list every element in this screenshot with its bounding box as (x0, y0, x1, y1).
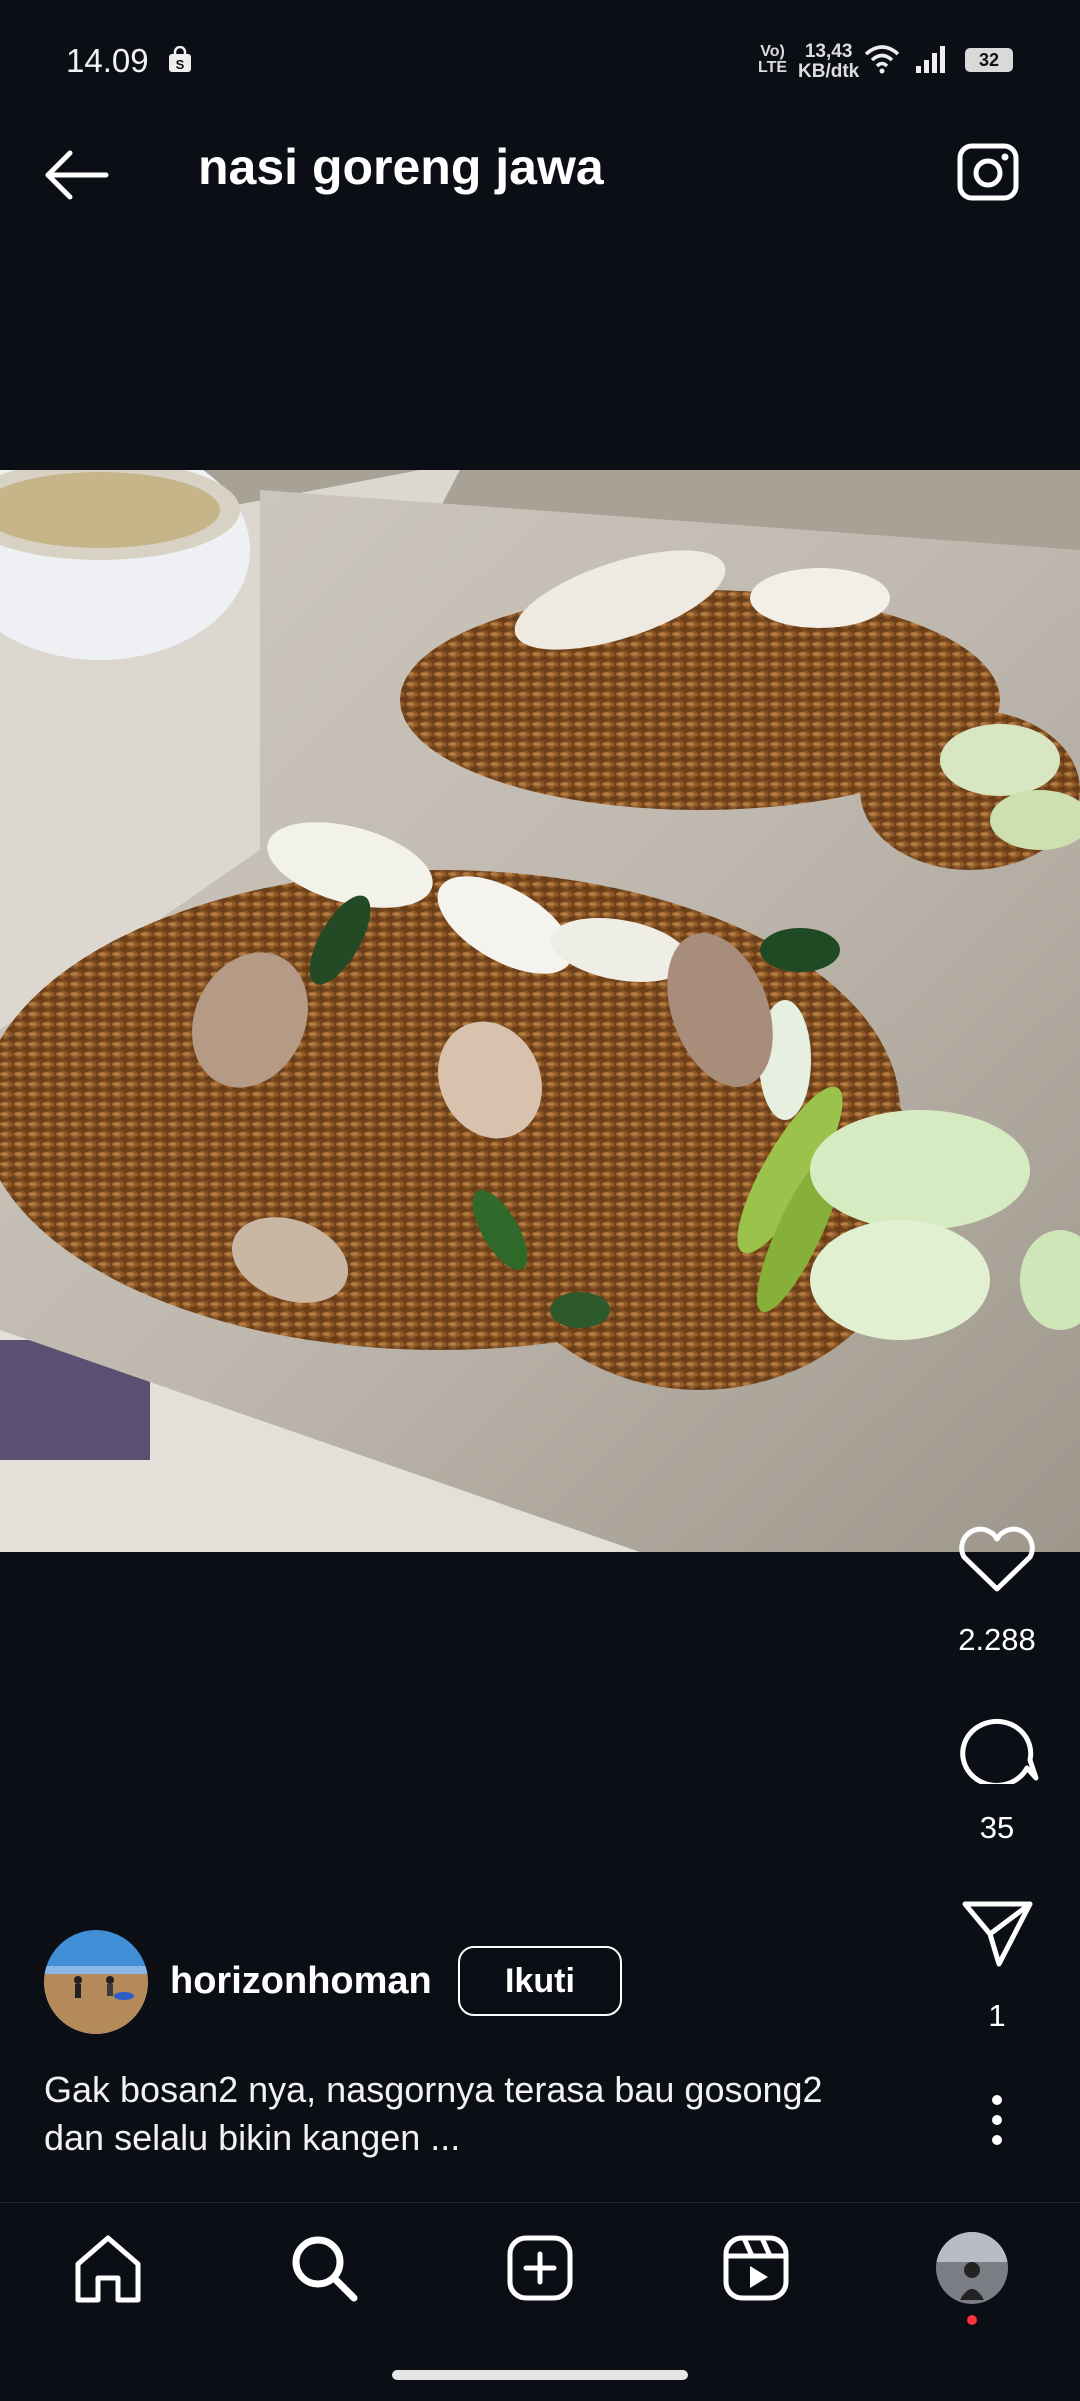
like-heart-icon[interactable] (942, 1525, 1052, 1595)
profile-avatar[interactable] (934, 2230, 1010, 2306)
search-icon[interactable] (286, 2230, 362, 2306)
page-title: nasi goreng jawa (198, 139, 604, 195)
svg-text:S: S (176, 57, 185, 72)
network-volte-label: Vo) (760, 43, 785, 60)
back-arrow-icon[interactable] (40, 140, 120, 210)
camera-icon[interactable] (950, 138, 1028, 208)
shopping-bag-icon: S (169, 46, 191, 72)
create-icon[interactable] (502, 2230, 578, 2306)
author-avatar[interactable] (44, 1930, 148, 2034)
home-icon[interactable] (70, 2230, 146, 2306)
like-count[interactable]: 2.288 (930, 1622, 1064, 1658)
more-options-icon[interactable] (942, 2090, 1052, 2150)
post-photo[interactable] (0, 470, 1080, 1552)
network-type-indicator: Vo) LTE (758, 44, 787, 76)
reels-icon[interactable] (718, 2230, 794, 2306)
status-time: 14.09 (66, 42, 149, 79)
wifi-icon (864, 45, 900, 74)
signal-strength-icon (916, 46, 945, 73)
share-paper-plane-icon[interactable] (942, 1898, 1052, 1968)
post-caption[interactable]: Gak bosan2 nya, nasgornya terasa bau gos… (44, 2066, 904, 2162)
caption-line: dan selalu bikin kangen ... (44, 2117, 461, 2158)
comment-count[interactable]: 35 (930, 1810, 1064, 1846)
network-speed: 13,43 KB/dtk (798, 42, 859, 82)
caption-line: Gak bosan2 nya, nasgornya terasa bau gos… (44, 2069, 823, 2110)
home-indicator[interactable] (392, 2370, 688, 2380)
network-speed-value: 13,43 (804, 41, 853, 62)
author-username[interactable]: horizonhoman (170, 1960, 432, 2003)
comment-bubble-icon[interactable] (942, 1708, 1052, 1784)
share-count[interactable]: 1 (930, 1998, 1064, 2034)
network-lte-label: LTE (758, 59, 788, 76)
notification-dot (967, 2315, 977, 2325)
network-speed-unit: KB/dtk (798, 61, 860, 82)
battery-indicator: 32 (965, 48, 1013, 72)
follow-button[interactable]: Ikuti (458, 1946, 622, 2016)
